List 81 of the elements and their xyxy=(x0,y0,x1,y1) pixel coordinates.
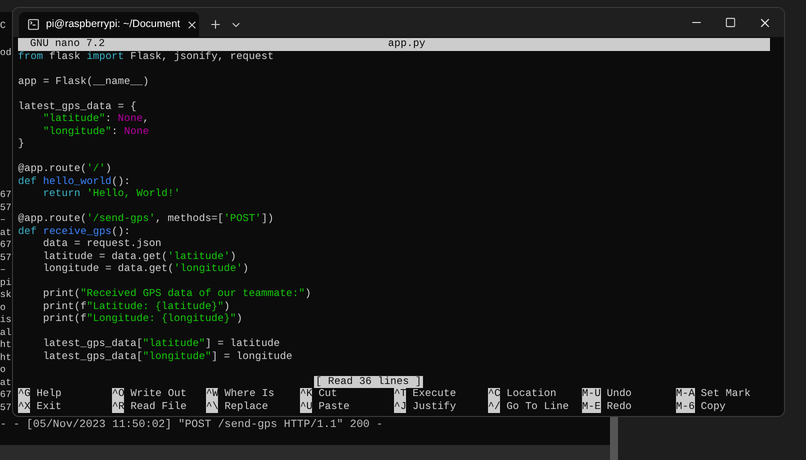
status-message: [ Read 36 lines ] xyxy=(314,376,422,388)
terminal-text: 57 xyxy=(0,252,12,264)
shortcut-label: Justify xyxy=(412,400,456,413)
shortcut-key: ^X xyxy=(18,400,30,413)
code-line: latest_gps_data = { xyxy=(18,100,136,113)
shortcut-key: ^C xyxy=(488,388,500,400)
shortcut-label: Execute xyxy=(412,388,456,400)
shortcut-label: Copy xyxy=(700,400,726,413)
shortcut-key: ^W xyxy=(206,388,218,400)
code-line: "latitude": None, xyxy=(42,113,149,126)
code-line: print(f"Longitude: {longitude}") xyxy=(42,313,242,326)
terminal-text: – xyxy=(0,264,6,276)
shortcut-key: M-U xyxy=(582,388,601,400)
terminal-text: 67 xyxy=(0,189,12,202)
terminal-text: at xyxy=(0,376,12,389)
code-line: print(f"Latitude: {latitude}") xyxy=(42,300,230,313)
terminal-icon xyxy=(27,18,40,31)
shortcut-key: ^K xyxy=(300,388,312,400)
shortcut-key: ^\ xyxy=(206,400,218,413)
terminal-text: 57 xyxy=(0,202,12,214)
shortcut-key: ^G xyxy=(18,388,30,400)
code-line: def receive_gps(): xyxy=(18,226,130,238)
shortcut-label: Undo xyxy=(606,388,632,400)
terminal-text: ht xyxy=(0,352,12,364)
shortcut-key: ^J xyxy=(394,400,406,413)
code-line: latitude = data.get('latitude') xyxy=(42,250,236,263)
code-line: @app.route('/') xyxy=(18,163,112,176)
code-line: data = request.json xyxy=(42,238,162,250)
code-line: latest_gps_data["longitude"] = longitude xyxy=(42,350,292,363)
terminal-text: sk xyxy=(0,289,12,302)
code-line: "longitude": None xyxy=(42,126,149,138)
code-line: } xyxy=(18,138,24,150)
terminal-tab[interactable]: pi@raspberrypi: ~/Document xyxy=(19,12,199,37)
shortcut-key: M-6 xyxy=(676,400,695,413)
shortcut-label: Paste xyxy=(318,400,350,413)
close-icon[interactable] xyxy=(186,18,198,30)
shortcut-label: Go To Line xyxy=(506,400,569,413)
code-line: app = Flask(__name__) xyxy=(18,76,149,88)
file-name: app.py xyxy=(388,38,426,50)
shortcut-label: Exit xyxy=(36,400,62,413)
shortcut-key: ^R xyxy=(112,400,124,413)
code-line: from flask import Flask, jsonify, request xyxy=(18,50,274,63)
terminal-text: is xyxy=(0,314,12,326)
log-line: - - [05/Nov/2023 11:50:02] "POST /send-gps HTTP/1.1" 200 - xyxy=(0,419,383,432)
scrollbar[interactable] xyxy=(610,417,618,460)
terminal-text: o xyxy=(0,364,6,376)
terminal-text: C xyxy=(0,19,6,33)
maximize-icon[interactable] xyxy=(725,17,736,28)
add-icon[interactable] xyxy=(209,18,222,31)
shortcut-label: Redo xyxy=(606,400,632,413)
shortcut-key: ^T xyxy=(394,388,406,400)
terminal-text: – xyxy=(0,214,6,226)
shortcut-label: Where Is xyxy=(224,388,274,400)
terminal-text: 67 xyxy=(0,239,12,252)
terminal-text: o xyxy=(0,302,6,314)
shortcut-label: Help xyxy=(36,388,62,400)
shortcut-label: Read File xyxy=(130,400,187,413)
code-line: latest_gps_data["latitude"] = latitude xyxy=(42,338,280,350)
code-line: print("Received GPS data of our teammate:") xyxy=(42,288,312,300)
code-line: longitude = data.get('longitude') xyxy=(42,263,249,276)
shortcut-key: M-E xyxy=(582,400,601,413)
terminal-text: pi xyxy=(0,276,12,289)
code-line: @app.route('/send-gps', methods=['POST']) xyxy=(18,213,274,226)
editor-version: GNU nano 7.2 xyxy=(29,38,105,50)
code-line: return 'Hello, World!' xyxy=(42,188,180,200)
terminal-text: 57 xyxy=(0,402,12,414)
shortcut-label: Replace xyxy=(224,400,268,413)
code-line: def hello_world(): xyxy=(18,176,130,188)
terminal-text: al xyxy=(0,326,12,339)
terminal-text: 67 xyxy=(0,389,12,402)
shortcut-label: Location xyxy=(506,388,556,400)
shortcut-label: Cut xyxy=(318,388,338,400)
shortcut-key: ^U xyxy=(300,400,312,413)
shortcut-key: ^O xyxy=(112,388,124,400)
terminal-text: ht xyxy=(0,339,12,352)
shortcut-key: M-A xyxy=(676,388,695,400)
shortcut-label: Write Out xyxy=(130,388,187,400)
terminal-text: at xyxy=(0,226,12,239)
terminal-text: od xyxy=(0,46,12,60)
shortcut-key: ^/ xyxy=(488,400,500,413)
shortcut-label: Set Mark xyxy=(700,388,751,400)
